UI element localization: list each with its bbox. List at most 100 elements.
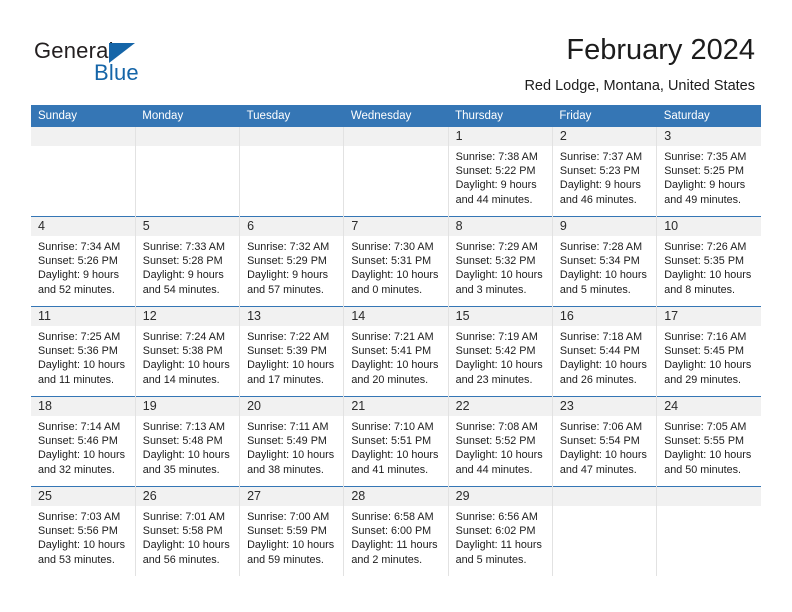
day-number: 22 — [448, 397, 552, 416]
calendar-week-row: 1 Sunrise: 7:38 AM Sunset: 5:22 PM Daylight… — [31, 127, 761, 217]
calendar-day-cell[interactable]: 16 Sunrise: 7:18 AM Sunset: 5:44 PM Dayligh… — [551, 306, 657, 397]
daylight-text-line2: and 29 minutes. — [664, 373, 742, 386]
day-number: 21 — [344, 397, 448, 416]
calendar-day-cell[interactable]: 24 Sunrise: 7:05 AM Sunset: 5:55 PM Dayligh… — [656, 396, 761, 487]
daylight-text-line1: Daylight: 10 hours — [351, 269, 439, 282]
sunset-text: Sunset: 5:46 PM — [38, 435, 118, 448]
day-number — [135, 127, 240, 146]
day-details: Sunrise: 7:30 AM Sunset: 5:31 PM Daylight:… — [344, 236, 447, 297]
day-number — [344, 127, 448, 146]
day-details: Sunrise: 7:26 AM Sunset: 5:35 PM Daylight:… — [657, 236, 761, 297]
sunrise-text: Sunrise: 7:37 AM — [559, 151, 643, 163]
daylight-text-line2: and 2 minutes. — [351, 553, 423, 566]
calendar-day-cell[interactable]: 21 Sunrise: 7:10 AM Sunset: 5:51 PM Dayligh… — [343, 396, 449, 487]
daylight-text-line2: and 14 minutes. — [142, 373, 220, 386]
sunrise-text: Sunrise: 7:18 AM — [559, 331, 643, 343]
calendar-day-cell[interactable]: 20 Sunrise: 7:11 AM Sunset: 5:49 PM Dayligh… — [239, 396, 344, 487]
day-number: 24 — [657, 397, 761, 416]
calendar-day-cell[interactable]: 3 Sunrise: 7:35 AM Sunset: 5:25 PM Daylight… — [656, 127, 761, 217]
calendar-day-cell[interactable]: 6 Sunrise: 7:32 AM Sunset: 5:29 PM Daylight… — [239, 216, 344, 307]
weekday-header-tuesday: Tuesday — [239, 105, 344, 127]
daylight-text-line2: and 44 minutes. — [455, 193, 533, 206]
daylight-text-line1: Daylight: 10 hours — [38, 539, 126, 552]
day-number — [31, 127, 135, 146]
calendar-day-cell[interactable]: 12 Sunrise: 7:24 AM Sunset: 5:38 PM Dayligh… — [134, 306, 240, 397]
calendar-day-cell[interactable]: 7 Sunrise: 7:30 AM Sunset: 5:31 PM Daylight… — [343, 216, 449, 307]
calendar-day-cell[interactable]: 9 Sunrise: 7:28 AM Sunset: 5:34 PM Daylight… — [551, 216, 657, 307]
day-number: 16 — [552, 307, 657, 326]
day-details: Sunrise: 7:13 AM Sunset: 5:48 PM Daylight:… — [136, 416, 239, 477]
daylight-text-line1: Daylight: 10 hours — [664, 449, 752, 462]
calendar-body: 1 Sunrise: 7:38 AM Sunset: 5:22 PM Daylight… — [31, 127, 761, 576]
calendar-day-cell[interactable]: 18 Sunrise: 7:14 AM Sunset: 5:46 PM Dayligh… — [31, 396, 136, 487]
daylight-text-line1: Daylight: 10 hours — [351, 359, 439, 372]
day-number: 9 — [552, 217, 657, 236]
daylight-text-line1: Daylight: 10 hours — [247, 359, 335, 372]
calendar-day-cell[interactable]: 14 Sunrise: 7:21 AM Sunset: 5:41 PM Dayligh… — [343, 306, 449, 397]
day-number: 10 — [657, 217, 761, 236]
calendar-day-cell[interactable]: 26 Sunrise: 7:01 AM Sunset: 5:58 PM Dayligh… — [134, 486, 240, 576]
brand-name-blue: Blue — [94, 60, 139, 85]
calendar-day-cell[interactable]: 25 Sunrise: 7:03 AM Sunset: 5:56 PM Dayligh… — [31, 486, 136, 576]
sunset-text: Sunset: 5:32 PM — [455, 255, 536, 268]
daylight-text-line2: and 35 minutes. — [142, 463, 220, 476]
daylight-text-line2: and 47 minutes. — [559, 463, 637, 476]
calendar-day-cell[interactable]: 23 Sunrise: 7:06 AM Sunset: 5:54 PM Dayligh… — [551, 396, 657, 487]
daylight-text-line2: and 44 minutes. — [455, 463, 533, 476]
calendar-day-cell[interactable]: 22 Sunrise: 7:08 AM Sunset: 5:52 PM Dayligh… — [447, 396, 553, 487]
sunrise-text: Sunrise: 7:16 AM — [664, 331, 747, 343]
day-details: Sunrise: 7:11 AM Sunset: 5:49 PM Daylight:… — [240, 416, 343, 477]
weekday-header-monday: Monday — [135, 105, 240, 127]
day-number: 25 — [31, 487, 135, 506]
day-details: Sunrise: 7:22 AM Sunset: 5:39 PM Daylight:… — [240, 326, 343, 387]
daylight-text-line2: and 49 minutes. — [664, 193, 742, 206]
calendar-day-cell[interactable]: 29 Sunrise: 6:56 AM Sunset: 6:02 PM Dayligh… — [447, 486, 553, 576]
day-details: Sunrise: 7:00 AM Sunset: 5:59 PM Daylight:… — [240, 506, 343, 567]
daylight-text-line2: and 23 minutes. — [455, 373, 533, 386]
sunset-text: Sunset: 5:28 PM — [142, 255, 223, 268]
calendar-day-cell[interactable]: 1 Sunrise: 7:38 AM Sunset: 5:22 PM Daylight… — [447, 127, 553, 217]
sunset-text: Sunset: 5:38 PM — [142, 345, 223, 358]
sunset-text: Sunset: 5:39 PM — [247, 345, 327, 358]
daylight-text-line1: Daylight: 10 hours — [559, 449, 647, 462]
weekday-header-saturday: Saturday — [656, 105, 761, 127]
day-details: Sunrise: 7:24 AM Sunset: 5:38 PM Daylight:… — [136, 326, 239, 387]
day-number: 29 — [448, 487, 552, 506]
daylight-text-line1: Daylight: 10 hours — [455, 449, 543, 462]
daylight-text-line2: and 54 minutes. — [142, 283, 220, 296]
daylight-text-line2: and 20 minutes. — [351, 373, 429, 386]
sunrise-text: Sunrise: 7:10 AM — [351, 421, 434, 433]
calendar-day-cell[interactable]: 11 Sunrise: 7:25 AM Sunset: 5:36 PM Dayligh… — [31, 306, 136, 397]
sunrise-text: Sunrise: 7:00 AM — [247, 511, 330, 523]
day-details: Sunrise: 7:01 AM Sunset: 5:58 PM Daylight:… — [136, 506, 239, 567]
day-details: Sunrise: 7:03 AM Sunset: 5:56 PM Daylight:… — [31, 506, 135, 567]
calendar-day-cell[interactable]: 2 Sunrise: 7:37 AM Sunset: 5:23 PM Daylight… — [551, 127, 657, 217]
daylight-text-line1: Daylight: 9 hours — [142, 269, 224, 282]
sunset-text: Sunset: 5:48 PM — [142, 435, 223, 448]
sunrise-text: Sunrise: 6:56 AM — [455, 511, 538, 523]
calendar-day-cell[interactable]: 13 Sunrise: 7:22 AM Sunset: 5:39 PM Dayligh… — [239, 306, 344, 397]
daylight-text-line1: Daylight: 10 hours — [142, 359, 230, 372]
day-details: Sunrise: 7:16 AM Sunset: 5:45 PM Daylight:… — [657, 326, 761, 387]
sunrise-text: Sunrise: 7:06 AM — [559, 421, 643, 433]
sunrise-text: Sunrise: 7:08 AM — [455, 421, 538, 433]
sunset-text: Sunset: 5:25 PM — [664, 165, 745, 178]
calendar-day-cell[interactable]: 15 Sunrise: 7:19 AM Sunset: 5:42 PM Dayligh… — [447, 306, 553, 397]
sunrise-text: Sunrise: 7:21 AM — [351, 331, 434, 343]
calendar-day-cell[interactable]: 28 Sunrise: 6:58 AM Sunset: 6:00 PM Dayligh… — [343, 486, 449, 576]
calendar-day-cell[interactable]: 17 Sunrise: 7:16 AM Sunset: 5:45 PM Dayligh… — [656, 306, 761, 397]
day-number: 8 — [448, 217, 552, 236]
calendar-day-cell[interactable]: 10 Sunrise: 7:26 AM Sunset: 5:35 PM Dayligh… — [656, 216, 761, 307]
sunset-text: Sunset: 5:34 PM — [559, 255, 640, 268]
calendar-day-cell[interactable]: 4 Sunrise: 7:34 AM Sunset: 5:26 PM Daylight… — [31, 216, 136, 307]
sunset-text: Sunset: 5:55 PM — [664, 435, 745, 448]
day-number: 7 — [344, 217, 448, 236]
calendar-day-cell[interactable]: 5 Sunrise: 7:33 AM Sunset: 5:28 PM Daylight… — [134, 216, 240, 307]
calendar-day-cell[interactable]: 27 Sunrise: 7:00 AM Sunset: 5:59 PM Dayligh… — [239, 486, 344, 576]
sunset-text: Sunset: 5:45 PM — [664, 345, 745, 358]
sunrise-text: Sunrise: 7:28 AM — [559, 241, 643, 253]
calendar-day-cell[interactable]: 19 Sunrise: 7:13 AM Sunset: 5:48 PM Dayligh… — [134, 396, 240, 487]
daylight-text-line2: and 26 minutes. — [559, 373, 637, 386]
day-details: Sunrise: 7:19 AM Sunset: 5:42 PM Daylight:… — [449, 326, 552, 387]
calendar-day-cell[interactable]: 8 Sunrise: 7:29 AM Sunset: 5:32 PM Daylight… — [447, 216, 553, 307]
